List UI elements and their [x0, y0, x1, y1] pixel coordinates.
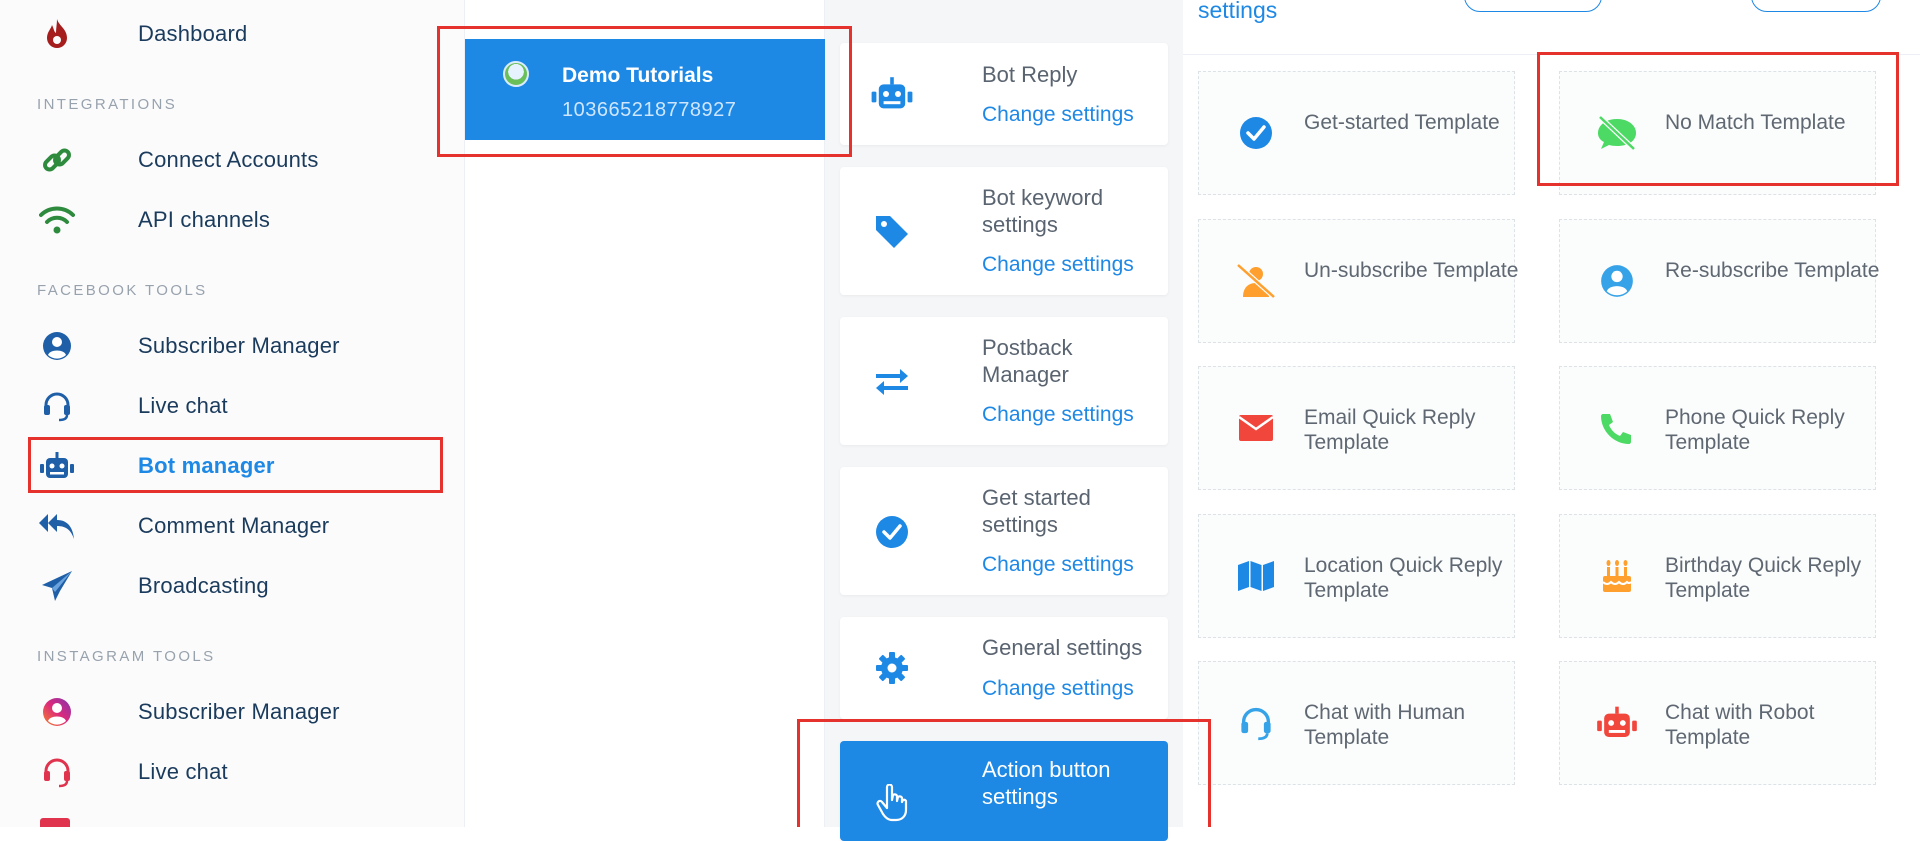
phone-icon	[1594, 405, 1640, 451]
sidebar-item-api-channels[interactable]: API channels	[30, 192, 440, 248]
template-label: Email Quick Reply Template	[1304, 406, 1476, 454]
sidebar-item-partial-icon	[40, 818, 70, 827]
sidebar-item-label: Live chat	[138, 759, 228, 784]
panel-title: settings	[1198, 0, 1278, 23]
change-settings-link[interactable]: Change settings	[982, 677, 1134, 701]
header-button-right[interactable]	[1751, 0, 1881, 12]
sidebar-item-label: Dashboard	[138, 21, 248, 46]
gear-icon	[870, 646, 914, 690]
template-unsubscribe[interactable]: Un-subscribe Template	[1198, 219, 1518, 343]
user-slash-icon	[1233, 258, 1279, 304]
sidebar-item-label: API channels	[138, 207, 271, 232]
settings-card-title: Postback Manager	[982, 335, 1073, 387]
sidebar-item-dashboard[interactable]: Dashboard	[30, 6, 440, 62]
user-circle-icon	[1594, 258, 1640, 304]
user-circle-icon	[30, 326, 84, 366]
settings-card-bot-reply[interactable]: Bot Reply Change settings	[840, 43, 1168, 145]
change-settings-link[interactable]: Change settings	[982, 403, 1134, 427]
template-get-started[interactable]: Get-started Template	[1198, 71, 1515, 195]
template-birthday-quick-reply[interactable]: Birthday Quick Reply Template	[1559, 514, 1876, 638]
template-label: Get-started Template	[1304, 111, 1500, 134]
template-email-quick-reply[interactable]: Email Quick Reply Template	[1198, 366, 1515, 490]
fire-icon	[30, 14, 84, 54]
change-settings-link[interactable]: Change settings	[982, 103, 1134, 127]
settings-card-title: Bot keyword settings	[982, 185, 1104, 237]
template-resubscribe[interactable]: Re-subscribe Template	[1559, 219, 1879, 343]
settings-list: Bot Reply Change settings Bot keyword se…	[825, 0, 1183, 841]
template-phone-quick-reply[interactable]: Phone Quick Reply Template	[1559, 366, 1876, 490]
exchange-icon	[870, 360, 914, 404]
tag-icon	[870, 210, 914, 254]
sidebar-item-ig-live-chat[interactable]: Live chat	[30, 744, 440, 800]
headset-icon	[30, 752, 84, 792]
change-settings-link[interactable]: Change settings	[982, 253, 1134, 277]
check-circle-icon	[870, 510, 914, 554]
template-label: Chat with Human Template	[1304, 701, 1466, 749]
headset-icon	[1233, 700, 1279, 746]
settings-card-bot-keyword[interactable]: Bot keyword settings Change settings	[840, 167, 1168, 295]
settings-card-general[interactable]: General settings Change settings	[840, 617, 1168, 719]
robot-icon	[870, 72, 914, 116]
template-label: Location Quick Reply Template	[1304, 554, 1503, 602]
template-label: Un-subscribe Template	[1304, 259, 1519, 282]
settings-card-postback-manager[interactable]: Postback Manager Change settings	[840, 317, 1168, 445]
sidebar-item-broadcasting[interactable]: Broadcasting	[30, 558, 440, 614]
template-panel-header: settings	[1183, 0, 1920, 55]
map-icon	[1233, 553, 1279, 599]
user-circle-icon	[30, 692, 84, 732]
template-chat-with-human[interactable]: Chat with Human Template	[1198, 661, 1515, 785]
template-label: Re-subscribe Template	[1665, 259, 1880, 282]
settings-card-title: General settings	[982, 635, 1143, 660]
settings-card-title: Bot Reply	[982, 62, 1078, 87]
settings-card-get-started[interactable]: Get started settings Change settings	[840, 467, 1168, 595]
paper-plane-icon	[30, 566, 84, 606]
sidebar: Dashboard INTEGRATIONS Connect Accounts …	[0, 0, 465, 827]
highlight-no-match-template	[1537, 52, 1899, 186]
change-settings-link[interactable]: Change settings	[982, 553, 1134, 577]
settings-card-title: Get started settings	[982, 485, 1091, 537]
sidebar-item-comment-manager[interactable]: Comment Manager	[30, 498, 440, 554]
sidebar-item-label: Subscriber Manager	[138, 333, 340, 358]
reply-all-icon	[30, 506, 84, 546]
headset-icon	[30, 386, 84, 426]
highlight-action-button-settings	[797, 719, 1211, 827]
sidebar-item-label: Comment Manager	[138, 513, 330, 538]
sidebar-item-label: Live chat	[138, 393, 228, 418]
section-facebook-tools: FACEBOOK TOOLS	[37, 282, 208, 299]
envelope-icon	[1233, 405, 1279, 451]
sidebar-item-label: Connect Accounts	[138, 147, 319, 172]
template-chat-with-robot[interactable]: Chat with Robot Template	[1559, 661, 1876, 785]
template-location-quick-reply[interactable]: Location Quick Reply Template	[1198, 514, 1515, 638]
template-label: Phone Quick Reply Template	[1665, 406, 1845, 454]
template-label: Chat with Robot Template	[1665, 701, 1815, 749]
header-button-left[interactable]	[1464, 0, 1602, 12]
highlight-page-card	[437, 26, 852, 157]
highlight-bot-manager	[28, 437, 443, 493]
sidebar-item-live-chat[interactable]: Live chat	[30, 378, 440, 434]
sidebar-item-label: Subscriber Manager	[138, 699, 340, 724]
template-label: Birthday Quick Reply Template	[1665, 554, 1862, 602]
wifi-icon	[30, 200, 84, 240]
robot-icon	[1594, 700, 1640, 746]
sidebar-item-subscriber-manager[interactable]: Subscriber Manager	[30, 318, 440, 374]
birthday-cake-icon	[1594, 553, 1640, 599]
sidebar-item-label: Broadcasting	[138, 573, 269, 598]
section-instagram-tools: INSTAGRAM TOOLS	[37, 648, 216, 665]
link-icon	[30, 140, 84, 180]
sidebar-item-connect-accounts[interactable]: Connect Accounts	[30, 132, 440, 188]
check-circle-icon	[1233, 110, 1279, 156]
sidebar-item-ig-subscriber-manager[interactable]: Subscriber Manager	[30, 684, 440, 740]
section-integrations: INTEGRATIONS	[37, 96, 178, 113]
